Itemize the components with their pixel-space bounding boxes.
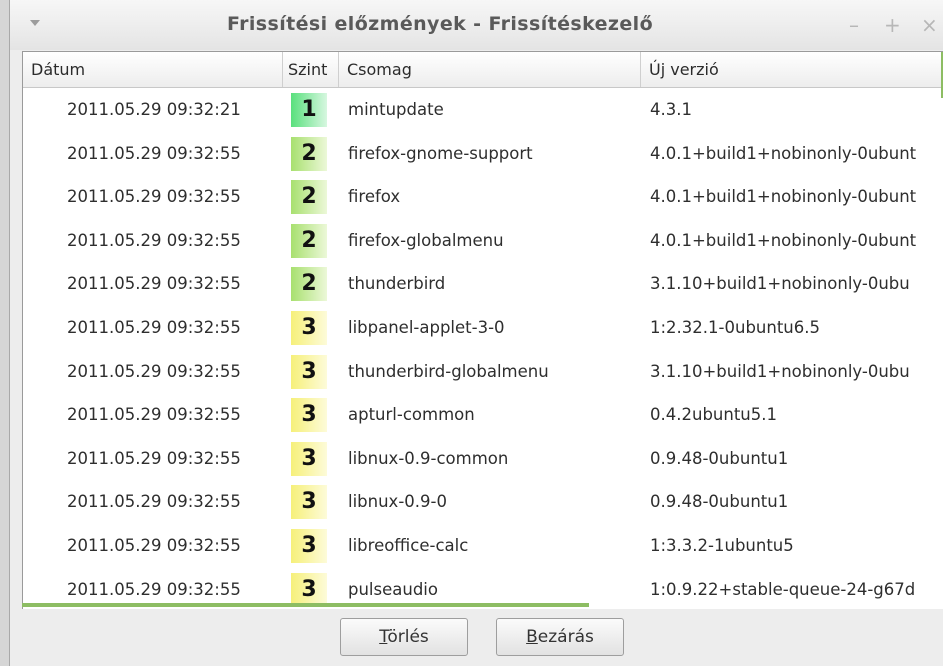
table-row[interactable]: 2011.05.29 09:32:55 2 thunderbird 3.1.10+bu… [23, 262, 943, 306]
level-badge: 2 [291, 180, 327, 215]
row-date: 2011.05.29 09:32:55 [67, 317, 241, 337]
level-badge: 3 [291, 354, 327, 389]
window-menu-icon[interactable] [30, 20, 40, 26]
row-date: 2011.05.29 09:32:55 [67, 143, 241, 163]
row-new-version: 4.3.1 [650, 100, 692, 119]
window-title: Frissítési előzmények - Frissítéskezelő [226, 13, 654, 35]
column-header-package[interactable]: Csomag [339, 52, 641, 87]
level-badge: 3 [291, 398, 327, 433]
table-row[interactable]: 2011.05.29 09:32:55 3 libreoffice-calc 1:3.… [23, 524, 943, 568]
row-date: 2011.05.29 09:32:55 [67, 448, 241, 468]
table-row[interactable]: 2011.05.29 09:32:55 2 firefox-globalmenu 4.… [23, 219, 943, 263]
close-button[interactable]: Bezárás [496, 618, 624, 656]
level-badge: 2 [291, 267, 327, 302]
close-button-mnemonic: B [526, 627, 538, 647]
column-header-level[interactable]: Szint [283, 52, 339, 87]
row-package: apturl-common [348, 405, 475, 425]
maximize-button[interactable]: + [884, 13, 901, 37]
update-history-window: Frissítési előzmények - Frissítéskezelő … [9, 0, 943, 666]
row-package: libnux-0.9-common [348, 448, 509, 468]
level-badge: 3 [291, 485, 327, 520]
level-badge: 3 [291, 441, 327, 476]
row-package: libnux-0.9-0 [348, 492, 447, 512]
row-package: thunderbird [348, 274, 446, 294]
row-new-version: 4.0.1+build1+nobinonly-0ubunt [650, 230, 917, 250]
history-table[interactable]: Dátum Szint Csomag Új verzió 2011.05.29 … [22, 51, 943, 609]
table-row[interactable]: 2011.05.29 09:32:55 3 thunderbird-globalme… [23, 350, 943, 394]
row-date: 2011.05.29 09:32:55 [67, 535, 241, 555]
row-new-version: 1:2.32.1-0ubuntu6.5 [650, 317, 821, 337]
table-row[interactable]: 2011.05.29 09:32:55 3 libnux-0.9-0 0.9.48-0… [23, 480, 943, 524]
row-package: firefox [348, 187, 401, 207]
row-date: 2011.05.29 09:32:55 [67, 405, 241, 425]
title-bar[interactable]: Frissítési előzmények - Frissítéskezelő … [10, 0, 943, 50]
minimize-button[interactable]: – [849, 13, 859, 37]
column-header-date[interactable]: Dátum [23, 52, 283, 87]
table-row[interactable]: 2011.05.29 09:32:21 1 mintupdate 4.3.1 [23, 88, 943, 132]
row-new-version: 0.9.48-0ubuntu1 [650, 448, 789, 468]
column-header-new-version[interactable]: Új verzió [641, 52, 943, 87]
level-badge: 2 [291, 223, 327, 258]
delete-button-label: örlés [387, 627, 429, 647]
close-button-label: ezárás [537, 627, 594, 647]
row-new-version: 1:3.3.2-1ubuntu5 [650, 535, 794, 555]
table-row[interactable]: 2011.05.29 09:32:55 3 libpanel-applet-3-0 1… [23, 306, 943, 350]
level-badge: 2 [291, 136, 327, 171]
row-package: firefox-globalmenu [348, 230, 504, 250]
row-date: 2011.05.29 09:32:21 [67, 100, 241, 119]
row-package: firefox-gnome-support [348, 143, 533, 163]
row-date: 2011.05.29 09:32:55 [67, 187, 241, 207]
row-date: 2011.05.29 09:32:55 [67, 492, 241, 512]
horizontal-scroll-indicator[interactable] [22, 603, 589, 607]
row-new-version: 3.1.10+build1+nobinonly-0ubu [650, 274, 910, 294]
table-row[interactable]: 2011.05.29 09:32:55 3 libnux-0.9-common 0.9… [23, 437, 943, 481]
row-package: libreoffice-calc [348, 535, 469, 555]
row-new-version: 1:0.9.22+stable-queue-24-g67d [650, 579, 916, 599]
row-package: thunderbird-globalmenu [348, 361, 549, 381]
row-new-version: 4.0.1+build1+nobinonly-0ubunt [650, 187, 917, 207]
row-date: 2011.05.29 09:32:55 [67, 274, 241, 294]
level-badge: 3 [291, 572, 327, 607]
table-body: 2011.05.29 09:32:21 1 mintupdate 4.3.1 2011.… [23, 88, 943, 609]
row-date: 2011.05.29 09:32:55 [67, 361, 241, 381]
row-new-version: 0.4.2ubuntu5.1 [650, 405, 777, 425]
table-row[interactable]: 2011.05.29 09:32:55 3 apturl-common 0.4.2ub… [23, 393, 943, 437]
table-row[interactable]: 2011.05.29 09:32:55 2 firefox-gnome-suppor… [23, 132, 943, 176]
row-new-version: 3.1.10+build1+nobinonly-0ubu [650, 361, 910, 381]
row-package: mintupdate [348, 100, 444, 119]
close-window-button[interactable]: × [921, 13, 938, 37]
row-date: 2011.05.29 09:32:55 [67, 230, 241, 250]
row-new-version: 0.9.48-0ubuntu1 [650, 492, 789, 512]
level-badge: 3 [291, 528, 327, 563]
level-badge: 3 [291, 310, 327, 345]
row-new-version: 4.0.1+build1+nobinonly-0ubunt [650, 143, 917, 163]
table-header: Dátum Szint Csomag Új verzió [23, 52, 943, 98]
level-badge: 1 [291, 93, 327, 127]
delete-button[interactable]: Törlés [340, 618, 468, 656]
table-row[interactable]: 2011.05.29 09:32:55 2 firefox 4.0.1+build1+… [23, 175, 943, 219]
row-package: libpanel-applet-3-0 [348, 317, 505, 337]
